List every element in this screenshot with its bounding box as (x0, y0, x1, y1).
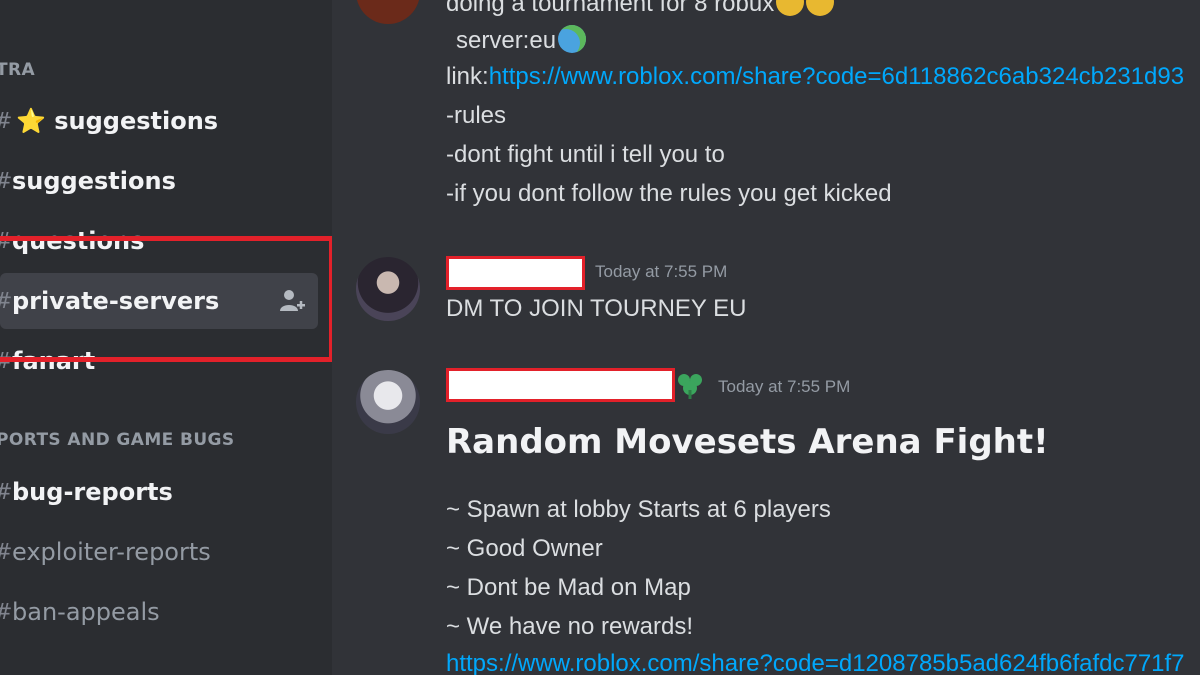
share-link[interactable]: https://www.roblox.com/share?code=d12087… (446, 650, 1185, 675)
hash-icon: # (0, 169, 12, 194)
message-heading: Random Movesets Arena Fight! (446, 422, 1049, 462)
share-link[interactable]: https://www.roblox.com/share?code=6d1188… (489, 63, 1184, 90)
hash-icon: # (0, 480, 12, 505)
message-line: DM TO JOIN TOURNEY EU (446, 295, 747, 322)
channel-sidebar: TRA # ⭐ suggestions # suggestions # ques… (0, 0, 332, 675)
category-header-extra[interactable]: TRA (0, 60, 35, 80)
money-face-emoji-icon (806, 0, 835, 16)
redacted-username (446, 368, 675, 402)
channel-label: bug-reports (12, 478, 173, 506)
highlight-annotation (0, 236, 332, 362)
message-line: ~ Spawn at lobby Starts at 6 players (446, 496, 831, 523)
category-header-reports[interactable]: PORTS AND GAME BUGS (0, 430, 235, 450)
hash-icon: # (0, 540, 12, 565)
globe-emoji-icon (558, 25, 587, 53)
channel-ban-appeals[interactable]: # ban-appeals (0, 584, 318, 640)
money-face-emoji-icon (776, 0, 805, 16)
channel-bug-reports[interactable]: # bug-reports (0, 464, 318, 520)
hash-icon: # (0, 109, 12, 134)
message-timestamp: Today at 7:55 PM (718, 377, 851, 396)
avatar[interactable] (356, 0, 420, 24)
channel-label: suggestions (12, 167, 176, 195)
message-timestamp: Today at 7:55 PM (595, 262, 728, 281)
redacted-username (446, 256, 585, 290)
message-line: ~ We have no rewards! (446, 613, 694, 640)
server-tag-icon (678, 374, 702, 399)
message-line: -dont fight until i tell you to (446, 141, 725, 168)
channel-star-suggestions[interactable]: # ⭐ suggestions (0, 93, 318, 149)
message-line: -if you dont follow the rules you get ki… (446, 180, 892, 207)
message-line: -rules (446, 102, 507, 129)
channel-label: exploiter-reports (12, 538, 211, 566)
channel-exploiter-reports[interactable]: # exploiter-reports (0, 524, 318, 580)
message-line: link:https://www.roblox.com/share?code=6… (446, 63, 1185, 90)
channel-suggestions[interactable]: # suggestions (0, 153, 318, 209)
avatar[interactable] (356, 370, 420, 434)
channel-label: ⭐ suggestions (16, 107, 219, 135)
avatar[interactable] (356, 257, 420, 321)
message-line: ~ Dont be Mad on Map (446, 574, 691, 601)
message-line: ~ Good Owner (446, 535, 603, 562)
message-line: doing a tournament for 8 robux (446, 0, 835, 18)
hash-icon: # (0, 600, 12, 625)
channel-label: ban-appeals (12, 598, 160, 626)
message-line: server:eu (456, 25, 587, 55)
